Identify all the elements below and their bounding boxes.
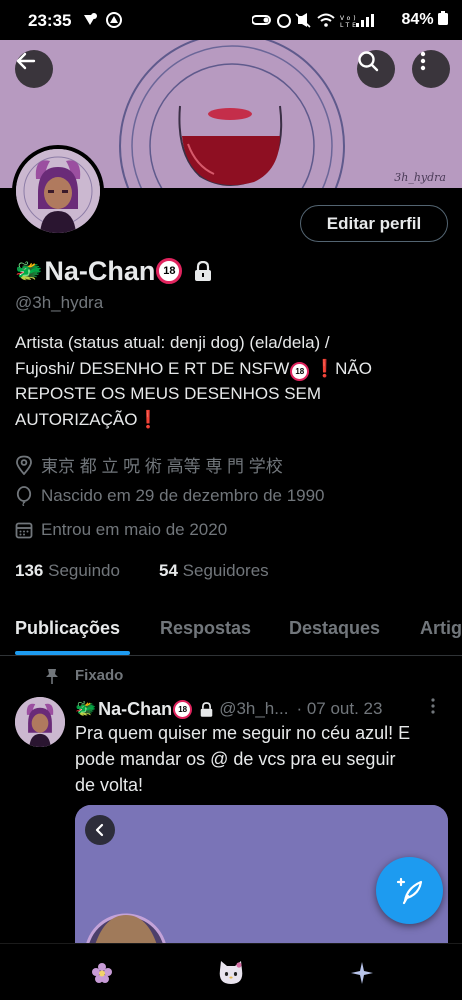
post-header: 🐲 Na-Chan 18 @3h_h... · 07 out. 23: [75, 697, 382, 721]
bio-line: AUTORIZAÇÃO❗: [15, 407, 455, 433]
profile-birthday: Nascido em 29 de dezembro de 1990: [15, 486, 325, 506]
pinned-indicator: Fixado: [45, 667, 123, 684]
lock-icon: [200, 701, 213, 717]
post-more-button[interactable]: [430, 697, 436, 720]
display-name: Na-Chan: [44, 255, 156, 286]
battery-percent: 84%: [401, 11, 434, 28]
bio-line: Artista (status atual: denji dog) (ela/d…: [15, 333, 330, 352]
profile-location: 東京 都 立 呪 術 高等 専 門 学校: [15, 452, 283, 477]
tab-destaques[interactable]: Destaques: [289, 618, 380, 639]
eighteen-plus-icon: 18: [156, 258, 183, 284]
following-count: 136: [15, 561, 44, 580]
lock-icon: [195, 261, 212, 281]
kitty-icon: [219, 961, 243, 984]
joined-text: Entrou em maio de 2020: [41, 520, 228, 539]
exclamation-icon: ❗: [137, 409, 159, 429]
more-vertical-icon: [420, 51, 426, 71]
followers-link[interactable]: 54 Seguidores: [159, 561, 269, 581]
status-time: 23:35: [28, 11, 72, 30]
profile-bio: Artista (status atual: denji dog) (ela/d…: [15, 330, 455, 432]
tab-artigos[interactable]: Artigos: [420, 618, 462, 639]
tab-respostas[interactable]: Respostas: [160, 618, 251, 639]
edit-profile-button[interactable]: Editar perfil: [300, 205, 448, 242]
post-text-line: Pra quem quiser me seguir no céu azul! E: [75, 723, 411, 743]
following-link[interactable]: 136 Seguindo: [15, 561, 120, 581]
tab-publicacoes[interactable]: Publicações: [15, 618, 120, 639]
avatar-illustration: [15, 697, 65, 747]
nav-kitty[interactable]: [216, 958, 246, 988]
dragon-icon: 🐲: [15, 258, 43, 283]
more-options-button[interactable]: [412, 50, 450, 88]
media-prev-button[interactable]: [85, 815, 115, 845]
battery-icon: [438, 11, 448, 25]
notification-icons: [82, 12, 130, 31]
compose-button[interactable]: [376, 857, 443, 924]
profile-handle: @3h_hydra: [15, 293, 104, 312]
bio-line: Fujoshi/ DESENHO E RT DE NSFW 18 ❗NÃO: [15, 356, 455, 382]
search-button[interactable]: [357, 50, 395, 88]
birthday-text: Nascido em 29 de dezembro de 1990: [41, 486, 325, 505]
bio-text: NÃO: [335, 358, 373, 378]
compose-feather-icon: [396, 877, 422, 904]
eighteen-plus-icon: 18: [290, 361, 310, 381]
svg-text:Vo): Vo): [340, 15, 359, 22]
system-glyphs-icon: Vo) LTE: [251, 13, 374, 29]
sparkle-icon: [351, 962, 373, 984]
notification-glyphs-icon: [84, 12, 122, 28]
search-icon: [358, 51, 379, 72]
chevron-left-icon: [95, 823, 104, 837]
nav-home[interactable]: [87, 958, 117, 988]
post-text: Pra quem quiser me seguir no céu azul! E…: [75, 720, 447, 798]
profile-joined: Entrou em maio de 2020: [15, 520, 227, 540]
followers-label: Seguidores: [182, 561, 269, 580]
active-tab-indicator: [15, 651, 130, 655]
eighteen-plus-icon: 18: [173, 699, 193, 719]
avatar-illustration: [16, 149, 100, 233]
post-author-avatar[interactable]: [15, 697, 65, 747]
dragon-icon: 🐲: [75, 699, 97, 718]
post-text-line: pode mandar os @ de vcs pra eu seguir: [75, 749, 396, 769]
post-date[interactable]: · 07 out. 23: [296, 699, 382, 719]
display-name-row: 🐲 Na-Chan 18: [15, 254, 212, 288]
profile-tabs: Publicações Respostas Destaques Artigos: [0, 606, 462, 656]
profile-avatar[interactable]: [12, 145, 104, 237]
bio-text: AUTORIZAÇÃO: [15, 409, 138, 429]
back-button[interactable]: [15, 50, 53, 88]
followers-count: 54: [159, 561, 178, 580]
status-bar: 23:35 Vo) LTE 84%: [0, 0, 462, 40]
pin-icon: [46, 668, 58, 684]
balloon-icon: [16, 486, 32, 506]
exclamation-icon: ❗: [314, 358, 336, 378]
post-author-handle[interactable]: @3h_h...: [219, 699, 288, 719]
system-icons: Vo) LTE: [251, 12, 392, 31]
bottom-navigation: [0, 943, 462, 1000]
flower-icon: [92, 963, 112, 983]
bio-text: Fujoshi/ DESENHO E RT DE NSFW: [15, 358, 290, 378]
location-text: 東京 都 立 呪 術 高等 専 門 学校: [41, 457, 283, 476]
post-author-name[interactable]: Na-Chan: [98, 699, 172, 720]
pinned-label: Fixado: [75, 667, 124, 684]
bio-line: REPOSTE OS MEUS DESENHOS SEM: [15, 384, 322, 403]
nav-sparkle[interactable]: [347, 958, 377, 988]
banner-signature: 3h_hydra: [394, 171, 446, 184]
location-pin-icon: [16, 455, 32, 475]
calendar-icon: [15, 522, 33, 539]
following-label: Seguindo: [48, 561, 120, 580]
battery-status: 84%: [402, 11, 448, 29]
more-vertical-icon: [431, 698, 435, 714]
post-text-line: de volta!: [75, 775, 144, 795]
arrow-left-icon: [16, 52, 36, 70]
